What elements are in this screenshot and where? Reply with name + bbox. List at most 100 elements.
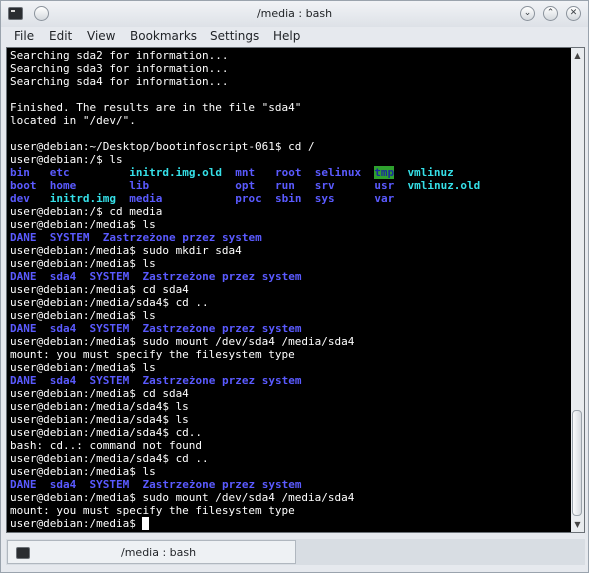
tab-bar: /media : bash	[6, 539, 585, 565]
terminal-line: mount: you must specify the filesystem t…	[10, 504, 572, 517]
terminal-text: media	[129, 192, 163, 205]
terminal-text: user@debian:/media$ ls	[10, 309, 156, 322]
terminal-text: proc	[235, 192, 262, 205]
terminal-line: user@debian:/$ cd media	[10, 205, 572, 218]
menu-bar: File Edit View Bookmarks Settings Help	[1, 27, 588, 47]
terminal-line: user@debian:/media$ ls	[10, 218, 572, 231]
terminal-line: user@debian:/media/sda4$ ls	[10, 413, 572, 426]
terminal-text: user@debian:/media/sda4$ ls	[10, 400, 189, 413]
scroll-down-icon[interactable]: ▼	[572, 519, 583, 530]
terminal-line: located in "/dev/".	[10, 114, 572, 127]
menu-view[interactable]: View	[87, 29, 115, 43]
terminal-text: Zastrzeżone przez system	[142, 270, 302, 283]
vertical-scrollbar[interactable]: ▲ ▼	[571, 48, 584, 532]
menu-settings[interactable]: Settings	[210, 29, 259, 43]
terminal-text: mount: you must specify the filesystem t…	[10, 504, 295, 517]
terminal-line: user@debian:/media/sda4$ cd ..	[10, 296, 572, 309]
terminal-window: /media : bash ⌄ ⌃ ✕ File Edit View Bookm…	[0, 0, 589, 573]
terminal-text: sda4	[49, 322, 77, 335]
terminal-text: run	[274, 179, 295, 192]
window-title: /media : bash	[256, 7, 333, 20]
terminal-line: Searching sda4 for information...	[10, 75, 572, 88]
terminal-text: user@debian:/media$ cd sda4	[10, 387, 189, 400]
terminal-line: DANE sda4 SYSTEM Zastrzeżone przez syste…	[10, 374, 572, 387]
menu-help[interactable]: Help	[273, 29, 300, 43]
terminal-text: sbin	[274, 192, 302, 205]
terminal-text: user@debian:/media$ ls	[10, 218, 156, 231]
terminal-line: user@debian:/media$ ls	[10, 257, 572, 270]
terminal-text: initrd.img.old	[129, 166, 222, 179]
terminal-text: user@debian:/media$ sudo mkdir sda4	[10, 244, 242, 257]
terminal-text: user@debian:/media$ ls	[10, 257, 156, 270]
terminal-line: DANE sda4 SYSTEM Zastrzeżone przez syste…	[10, 478, 572, 491]
close-button[interactable]: ✕	[566, 6, 581, 21]
terminal-text: Zastrzeżone przez system	[102, 231, 262, 244]
terminal-text: Searching sda3 for information...	[10, 62, 229, 75]
terminal-line: user@debian:/media$ sudo mount /dev/sda4…	[10, 491, 572, 504]
terminal-tab-icon	[16, 547, 30, 559]
menu-file[interactable]: File	[14, 29, 34, 43]
terminal-text: Zastrzeżone przez system	[142, 374, 302, 387]
terminal-line: bash: cd..: command not found	[10, 439, 572, 452]
terminal-text: user@debian:/media/sda4$ cd ..	[10, 452, 209, 465]
title-bar[interactable]: /media : bash ⌄ ⌃ ✕	[1, 1, 588, 27]
terminal-text: SYSTEM	[89, 270, 130, 283]
terminal-text: dev	[10, 192, 30, 205]
terminal-text: initrd.img	[49, 192, 116, 205]
terminal-text: sda4	[49, 374, 77, 387]
tab-media-bash[interactable]: /media : bash	[7, 540, 296, 564]
terminal-line: Finished. The results are in the file "s…	[10, 101, 572, 114]
terminal-line: mount: you must specify the filesystem t…	[10, 348, 572, 361]
scrollbar-thumb[interactable]	[572, 410, 582, 516]
terminal-line: user@debian:/media$ sudo mount /dev/sda4…	[10, 335, 572, 348]
terminal-text: etc	[49, 166, 70, 179]
terminal-text: DANE	[10, 231, 37, 244]
terminal-output[interactable]: Searching sda2 for information... Searchi…	[10, 49, 572, 531]
terminal-text: root	[274, 166, 302, 179]
terminal-area[interactable]: Searching sda2 for information... Searchi…	[6, 47, 585, 533]
terminal-text: home	[49, 179, 77, 192]
terminal-text: var	[374, 192, 395, 205]
maximize-button[interactable]: ⌃	[543, 6, 558, 21]
terminal-line: boot home lib opt run srv usr vmlinuz.ol…	[10, 179, 572, 192]
menu-edit[interactable]: Edit	[49, 29, 72, 43]
terminal-text: vmlinuz	[407, 166, 454, 179]
terminal-text: SYSTEM	[89, 374, 130, 387]
menu-bookmarks[interactable]: Bookmarks	[130, 29, 197, 43]
terminal-text: user@debian:~/Desktop/bootinfoscript-061…	[10, 140, 315, 153]
terminal-text: user@debian:/media$ sudo mount /dev/sda4…	[10, 491, 355, 504]
terminal-text: user@debian:/media$ ls	[10, 465, 156, 478]
terminal-line: bin etc initrd.img.old mnt root selinux …	[10, 166, 572, 179]
terminal-line: user@debian:/media$ sudo mkdir sda4	[10, 244, 572, 257]
terminal-text: usr	[374, 179, 395, 192]
terminal-line: user@debian:~/Desktop/bootinfoscript-061…	[10, 140, 572, 153]
terminal-text: boot	[10, 179, 37, 192]
terminal-line: Searching sda3 for information...	[10, 62, 572, 75]
minimize-button[interactable]: ⌄	[520, 6, 535, 21]
terminal-text: user@debian:/$ ls	[10, 153, 123, 166]
terminal-text: tmp	[374, 166, 395, 179]
terminal-line: user@debian:/media$ ls	[10, 361, 572, 374]
terminal-text: lib	[129, 179, 150, 192]
scroll-up-icon[interactable]: ▲	[572, 50, 583, 61]
